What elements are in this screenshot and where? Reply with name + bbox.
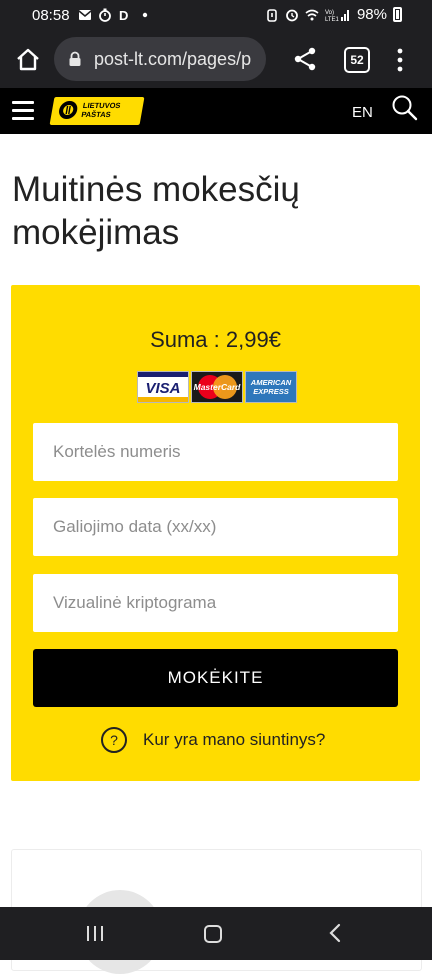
url-bar[interactable]: post-lt.com/pages/p — [54, 37, 266, 81]
system-navigation-bar — [0, 907, 432, 960]
page-title: Muitinės mokesčių mokėjimas — [12, 170, 300, 252]
more-options-icon[interactable] — [396, 48, 404, 72]
d-app-icon: D — [119, 8, 128, 22]
svg-text:Vo): Vo) — [325, 10, 334, 16]
logo-text: LIETUVOS PAŠTAS — [81, 101, 122, 119]
status-left-icons: D — [78, 8, 152, 22]
mastercard-text: MasterCard — [193, 382, 241, 392]
browser-toolbar: post-lt.com/pages/p 52 — [0, 32, 432, 88]
amex-logo: AMERICAN EXPRESS — [245, 371, 297, 403]
payment-panel: Suma : 2,99€ VISA MasterCard AMERICAN EX… — [11, 285, 420, 781]
svg-text:LTE1: LTE1 — [325, 17, 340, 22]
gmail-icon — [78, 10, 92, 20]
status-bar: 08:58 D Vo) LTE1 98% — [0, 0, 432, 32]
lietuvos-pastas-logo[interactable]: LIETUVOS PAŠTAS — [49, 97, 145, 125]
cvv-input[interactable] — [33, 574, 398, 632]
track-parcel-link[interactable]: ? Kur yra mano siuntinys? — [101, 727, 325, 753]
accepted-cards: VISA MasterCard AMERICAN EXPRESS — [137, 371, 297, 403]
url-text: post-lt.com/pages/p — [94, 49, 252, 69]
site-header: LIETUVOS PAŠTAS EN — [0, 88, 432, 134]
pay-button[interactable]: MOKĖKITE — [33, 649, 398, 707]
logo-line1: LIETUVOS — [82, 101, 122, 110]
home-icon[interactable] — [14, 46, 42, 74]
question-icon: ? — [101, 727, 127, 753]
svg-text:D: D — [119, 8, 128, 22]
amex-text-line2: EXPRESS — [253, 387, 289, 396]
tab-switcher-button[interactable]: 52 — [344, 47, 370, 73]
status-time: 08:58 — [32, 7, 70, 24]
recent-apps-icon[interactable] — [86, 925, 104, 942]
lock-icon — [69, 51, 81, 66]
card-number-input[interactable] — [33, 423, 398, 481]
track-parcel-text: Kur yra mano siuntinys? — [143, 730, 326, 749]
visa-logo: VISA — [137, 371, 189, 403]
share-icon[interactable] — [292, 46, 318, 72]
amount-label: Suma : 2,99€ — [150, 327, 281, 352]
timer-icon — [99, 8, 111, 22]
logo-line2: PAŠTAS — [80, 110, 112, 119]
search-icon[interactable] — [390, 94, 418, 122]
alarm-icon — [267, 8, 277, 22]
expiry-date-input[interactable] — [33, 498, 398, 556]
mastercard-logo: MasterCard — [191, 371, 243, 403]
battery-icon — [393, 7, 402, 22]
battery-percent: 98% — [356, 6, 387, 23]
visa-text: VISA — [145, 380, 181, 397]
status-right-icons: Vo) LTE1 98% — [265, 6, 402, 23]
home-nav-icon[interactable] — [204, 925, 222, 943]
amex-text-line1: AMERICAN — [250, 378, 292, 387]
clock-icon — [286, 9, 298, 21]
menu-hamburger-icon[interactable] — [12, 101, 34, 121]
back-icon[interactable] — [328, 923, 342, 943]
language-switch[interactable]: EN — [352, 104, 373, 121]
dot-icon — [142, 12, 148, 18]
post-horn-emblem-icon — [59, 101, 78, 119]
volte-signal-icon: Vo)LTE1 — [325, 9, 349, 22]
wifi-icon — [305, 9, 319, 20]
